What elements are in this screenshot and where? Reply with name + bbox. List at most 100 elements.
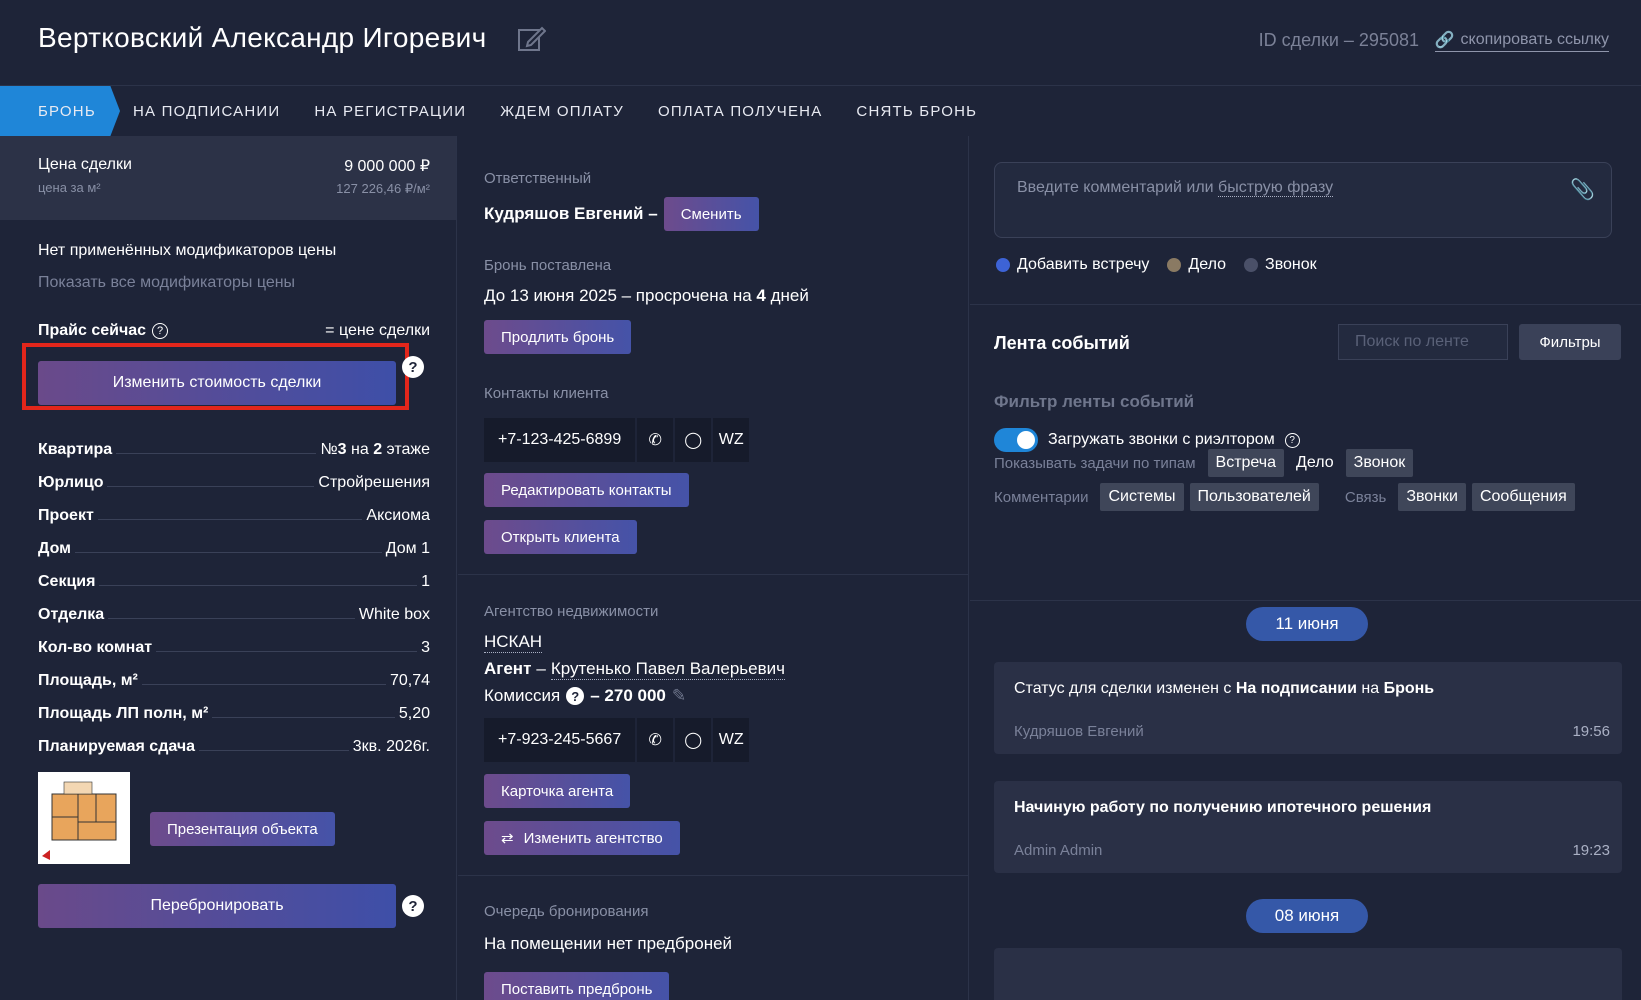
event-time: 19:56 (1572, 723, 1610, 740)
change-price-button[interactable]: Изменить стоимость сделки (38, 361, 396, 405)
floor-plan-thumbnail[interactable] (38, 772, 130, 864)
per-m2-value: 127 226,46 ₽/м² (336, 181, 430, 196)
radio-task[interactable]: Дело (1167, 256, 1226, 274)
tab-awaiting-payment[interactable]: ЖДЕМ ОПЛАТУ (483, 86, 641, 136)
question-circle-icon[interactable]: ? (1284, 432, 1300, 448)
prop-row: Юрлицо Стройрешения (38, 459, 430, 492)
feed-event: Статус для сделки изменен с На подписани… (994, 662, 1622, 754)
agent-row: Агент – Крутенько Павел Валерьевич (484, 659, 786, 680)
agent-contact-row: +7-923-245-5667 ✆ ◯ WZ (484, 718, 750, 762)
feed-search-input[interactable]: Поиск по ленте (1338, 324, 1508, 360)
date-pill: 11 июня (1246, 607, 1368, 641)
client-phone[interactable]: +7-123-425-6899 (484, 418, 636, 462)
help-icon[interactable]: ? (402, 356, 424, 378)
wz-button[interactable]: WZ (713, 418, 750, 462)
phone-icon[interactable]: ✆ (637, 718, 674, 762)
change-agency-button[interactable]: ⇄ Изменить агентство (484, 821, 680, 855)
radio-call[interactable]: Звонок (1244, 256, 1317, 274)
phone-icon[interactable]: ✆ (637, 418, 674, 462)
help-icon[interactable]: ? (402, 895, 424, 917)
commission-row: Комиссия ? – 270 000 ✎ (484, 686, 686, 706)
tab-signing[interactable]: НА ПОДПИСАНИИ (116, 86, 297, 136)
quick-phrase-link[interactable]: быструю фразу (1218, 179, 1334, 197)
agent-card-button[interactable]: Карточка агента (484, 774, 631, 808)
chip-messages[interactable]: Сообщения (1471, 483, 1575, 511)
prop-value: Стройрешения (318, 474, 430, 491)
edit-contacts-button[interactable]: Редактировать контакты (484, 473, 689, 507)
filter-title: Фильтр ленты событий (994, 392, 1195, 411)
radio-dot (1244, 258, 1259, 272)
deal-summary-panel: Цена сделки цена за м² 9 000 000 ₽ 127 2… (0, 136, 457, 1000)
page-title: Вертковский Александр Игоревич (38, 22, 487, 53)
chip-call[interactable]: Звонок (1345, 449, 1414, 477)
comment-input[interactable]: Введите комментарий или быструю фразу 📎 (994, 162, 1612, 238)
price-now-value: = цене сделки (325, 322, 430, 339)
activity-type-radios: Добавить встречу Дело Звонок (996, 256, 1317, 274)
prop-value: Дом 1 (385, 540, 430, 557)
link-icon: 🔗 (1434, 32, 1455, 49)
agent-name-link[interactable]: Крутенько Павел Валерьевич (550, 659, 786, 680)
prop-key: Отделка (38, 606, 105, 623)
tab-remove-booking[interactable]: СНЯТЬ БРОНЬ (839, 86, 994, 136)
feed-title: Лента событий (994, 333, 1130, 353)
property-list: Квартира №3 на 2 этаже Юрлицо Стройрешения… (38, 426, 430, 756)
agency-name-link[interactable]: НСКАН (484, 632, 543, 653)
help-icon[interactable]: ? (566, 687, 585, 705)
paperclip-icon[interactable]: 📎 (1570, 177, 1595, 202)
radio-add-meeting[interactable]: Добавить встречу (996, 256, 1149, 274)
tab-payment-received[interactable]: ОПЛАТА ПОЛУЧЕНА (641, 86, 839, 136)
divider (970, 600, 1641, 601)
extend-booking-button[interactable]: Продлить бронь (484, 320, 632, 354)
event-time: 19:23 (1572, 842, 1610, 859)
price-value: 9 000 000 ₽ (344, 158, 430, 175)
presentation-button[interactable]: Презентация объекта (150, 812, 335, 846)
chip-system[interactable]: Системы (1100, 483, 1184, 511)
toggle-label: Загружать звонки с риэлтором (1048, 431, 1275, 448)
filters-button[interactable]: Фильтры (1519, 324, 1621, 360)
whatsapp-icon[interactable]: ◯ (675, 418, 712, 462)
prop-row: Кол-во комнат 3 (38, 624, 430, 657)
prop-value: 3кв. 2026г. (352, 738, 430, 755)
open-client-button[interactable]: Открыть клиента (484, 520, 637, 554)
responsible-row: Кудряшов Евгений – Сменить (484, 197, 759, 231)
chip-calls[interactable]: Звонки (1398, 483, 1466, 511)
rebook-button[interactable]: Перебронировать (38, 884, 396, 928)
task-types-label: Показывать задачи по типам (994, 454, 1196, 472)
client-contact-row: +7-123-425-6899 ✆ ◯ WZ (484, 418, 750, 462)
comment-type-filters: Комментарии Системы Пользователей Связь … (994, 483, 1575, 511)
queue-label: Очередь бронирования (484, 903, 649, 920)
change-responsible-button[interactable]: Сменить (663, 197, 759, 231)
deal-details-panel: Ответственный Кудряшов Евгений – Сменить… (458, 136, 969, 1000)
activity-panel: Введите комментарий или быструю фразу 📎 … (970, 136, 1641, 1000)
feed-event (994, 948, 1622, 1000)
question-circle-icon[interactable]: ? (152, 323, 169, 339)
link-label: Связь (1344, 488, 1387, 506)
divider (970, 304, 1641, 305)
wz-button[interactable]: WZ (713, 718, 750, 762)
prop-value: Аксиома (366, 507, 430, 524)
prop-row: Планируемая сдача 3кв. 2026г. (38, 723, 430, 756)
agent-label: Агент (484, 659, 532, 678)
whatsapp-icon[interactable]: ◯ (675, 718, 712, 762)
prop-row: Проект Аксиома (38, 492, 430, 525)
tab-registration[interactable]: НА РЕГИСТРАЦИИ (297, 86, 483, 136)
prop-row: Площадь ЛП полн, м² 5,20 (38, 690, 430, 723)
chip-meeting[interactable]: Встреча (1207, 449, 1285, 477)
edit-icon[interactable] (516, 24, 546, 54)
agent-phone[interactable]: +7-923-245-5667 (484, 718, 636, 762)
chip-task[interactable]: Дело (1290, 454, 1340, 472)
show-modifiers-link[interactable]: Показать все модификаторы цены (38, 274, 456, 292)
agency-label: Агентство недвижимости (484, 603, 659, 620)
radio-dot (1167, 258, 1182, 272)
radio-dot (996, 258, 1010, 272)
copy-link-label: скопировать ссылку (1460, 31, 1609, 48)
copy-link[interactable]: 🔗 скопировать ссылку (1434, 30, 1609, 52)
tab-bron[interactable]: БРОНЬ (0, 86, 120, 136)
prop-value: White box (358, 606, 430, 623)
handshake-icon: ⇄ (501, 830, 514, 847)
prebook-button[interactable]: Поставить предбронь (484, 972, 670, 1000)
event-author: Кудряшов Евгений (1014, 723, 1144, 740)
chip-users[interactable]: Пользователей (1189, 483, 1319, 511)
edit-icon[interactable]: ✎ (672, 686, 686, 706)
modifiers-section: Нет применённых модификаторов цены Показ… (0, 220, 456, 292)
